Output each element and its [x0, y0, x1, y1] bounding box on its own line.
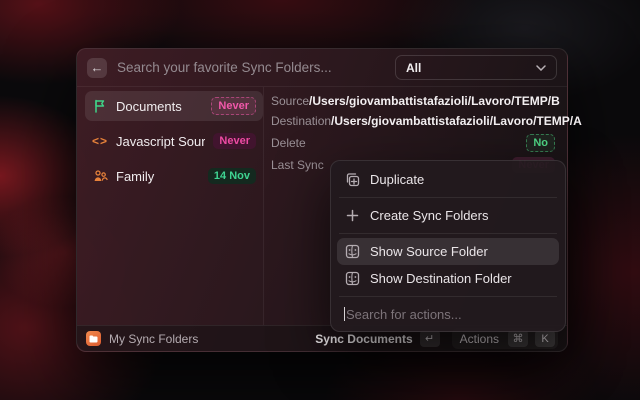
menu-separator — [339, 233, 557, 234]
detail-row-source: Source /Users/giovambattistafazioli/Lavo… — [271, 91, 555, 111]
action-menu: Duplicate Create Sync Folders Show Sourc… — [330, 160, 566, 332]
text-cursor — [344, 307, 345, 321]
people-icon — [92, 168, 108, 184]
filter-value: All — [406, 61, 421, 75]
list-item-label: Javascript Source C... — [116, 134, 205, 149]
list-item-family[interactable]: Family 14 Nov — [85, 161, 263, 191]
detail-label: Destination — [271, 114, 331, 128]
filter-dropdown[interactable]: All — [395, 55, 557, 80]
chevron-down-icon — [536, 65, 546, 71]
detail-row-destination: Destination /Users/giovambattistafazioli… — [271, 111, 555, 131]
app-title: My Sync Folders — [109, 332, 198, 346]
plus-icon — [344, 208, 360, 224]
sync-documents-action[interactable]: Sync Documents — [315, 332, 412, 346]
list-item-documents[interactable]: Documents Never — [85, 91, 263, 121]
enter-keycap: ↵ — [420, 330, 440, 347]
detail-value: /Users/giovambattistafazioli/Lavoro/TEMP… — [309, 94, 560, 108]
header: ← All — [77, 49, 567, 87]
code-icon: <> — [92, 133, 108, 149]
command-keycap: ⌘ — [508, 330, 528, 347]
folder-list: Documents Never <> Javascript Source C..… — [85, 91, 263, 196]
finder-icon — [344, 244, 360, 260]
menu-item-label: Duplicate — [370, 172, 424, 187]
detail-row-delete: Delete No — [271, 133, 555, 153]
menu-item-show-destination-folder[interactable]: Show Destination Folder — [337, 265, 559, 292]
menu-item-duplicate[interactable]: Duplicate — [337, 166, 559, 193]
app-icon — [86, 331, 101, 346]
delete-badge: No — [526, 134, 555, 152]
finder-icon — [344, 271, 360, 287]
action-search-input[interactable] — [346, 307, 552, 322]
detail-label: Last Sync — [271, 158, 324, 172]
menu-item-label: Show Source Folder — [370, 244, 488, 259]
action-search — [337, 301, 559, 327]
menu-separator — [339, 296, 557, 297]
panel-divider — [263, 87, 264, 325]
list-item-javascript-source[interactable]: <> Javascript Source C... Never — [85, 126, 263, 156]
detail-value: /Users/giovambattistafazioli/Lavoro/TEMP… — [331, 114, 582, 128]
flag-icon — [92, 98, 108, 114]
k-keycap: K — [535, 330, 555, 347]
menu-item-label: Create Sync Folders — [370, 208, 489, 223]
last-sync-badge: Never — [213, 133, 256, 149]
detail-label: Source — [271, 94, 309, 108]
search-input[interactable] — [117, 60, 395, 75]
menu-item-label: Show Destination Folder — [370, 271, 512, 286]
actions-label: Actions — [460, 332, 499, 346]
detail-label: Delete — [271, 136, 306, 150]
back-arrow-icon: ← — [91, 61, 104, 74]
menu-item-create-sync-folders[interactable]: Create Sync Folders — [337, 202, 559, 229]
back-button[interactable]: ← — [87, 58, 107, 78]
list-item-label: Family — [116, 169, 200, 184]
menu-item-show-source-folder[interactable]: Show Source Folder — [337, 238, 559, 265]
duplicate-icon — [344, 172, 360, 188]
menu-separator — [339, 197, 557, 198]
last-sync-badge: Never — [211, 97, 256, 115]
list-item-label: Documents — [116, 99, 203, 114]
last-sync-badge: 14 Nov — [208, 168, 256, 184]
